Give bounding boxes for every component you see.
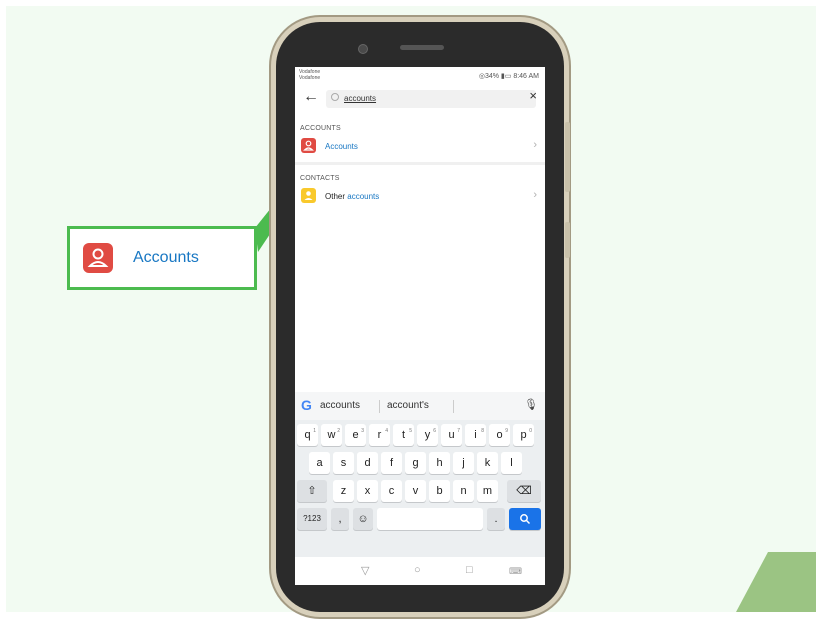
list-item-label: Other accounts: [325, 192, 380, 201]
chevron-right-icon: ›: [533, 139, 537, 151]
section-header-accounts: ACCOUNTS: [300, 125, 341, 132]
search-input[interactable]: accounts: [326, 90, 536, 108]
list-item-label: Accounts: [325, 142, 358, 151]
key-r[interactable]: r4: [369, 424, 390, 446]
comma-key[interactable]: ,: [331, 508, 349, 530]
accounts-icon: [301, 138, 316, 153]
key-k[interactable]: k: [477, 452, 498, 474]
key-i[interactable]: i8: [465, 424, 486, 446]
key-d[interactable]: d: [357, 452, 378, 474]
key-a[interactable]: a: [309, 452, 330, 474]
key-u[interactable]: u7: [441, 424, 462, 446]
volume-button: [565, 122, 570, 192]
key-y[interactable]: y6: [417, 424, 438, 446]
power-button: [565, 222, 570, 258]
key-n[interactable]: n: [453, 480, 474, 502]
key-row-1: q1 w2 e3 r4 t5 y6 u7 i8 o9 p0: [295, 424, 545, 450]
suggestion-1[interactable]: accounts: [320, 400, 360, 411]
status-indicators: ◎34% ▮▭ 8:46 AM: [478, 73, 539, 80]
period-key[interactable]: .: [487, 508, 505, 530]
key-row-3: ⇧ z x c v b n m ⌫: [295, 480, 545, 506]
nav-home-icon[interactable]: ○: [414, 564, 421, 576]
section-header-contacts: CONTACTS: [300, 175, 340, 182]
key-m[interactable]: m: [477, 480, 498, 502]
search-icon: [331, 93, 339, 101]
key-row-2: a s d f g h j k l: [295, 452, 545, 478]
suggestion-bar: G accounts account's 🎙: [295, 392, 545, 420]
keyboard-hide-icon[interactable]: ⌨: [509, 566, 522, 577]
clear-search-icon[interactable]: ×: [529, 88, 537, 103]
phone-frame: Vodafone Vodafone ◎34% ▮▭ 8:46 AM ← acco…: [276, 22, 570, 612]
space-key[interactable]: [377, 508, 483, 530]
key-e[interactable]: e3: [345, 424, 366, 446]
accounts-icon: [83, 243, 113, 273]
key-t[interactable]: t5: [393, 424, 414, 446]
callout-box: Accounts: [67, 226, 257, 290]
shift-key-icon[interactable]: ⇧: [297, 480, 327, 502]
contacts-icon: [301, 188, 316, 203]
key-o[interactable]: o9: [489, 424, 510, 446]
key-b[interactable]: b: [429, 480, 450, 502]
emoji-key-icon[interactable]: ☺: [353, 508, 373, 530]
list-item-accounts[interactable]: Accounts ›: [295, 132, 545, 162]
key-s[interactable]: s: [333, 452, 354, 474]
chevron-right-icon: ›: [533, 189, 537, 201]
nav-back-icon[interactable]: ▽: [361, 564, 369, 577]
microphone-icon[interactable]: 🎙: [524, 398, 538, 411]
key-x[interactable]: x: [357, 480, 378, 502]
key-c[interactable]: c: [381, 480, 402, 502]
key-p[interactable]: p0: [513, 424, 534, 446]
key-j[interactable]: j: [453, 452, 474, 474]
key-h[interactable]: h: [429, 452, 450, 474]
keyboard: G accounts account's 🎙 q1 w2 e3 r4 t5 y6…: [295, 392, 545, 557]
backspace-key-icon[interactable]: ⌫: [507, 480, 541, 502]
callout-label: Accounts: [133, 249, 199, 266]
key-z[interactable]: z: [333, 480, 354, 502]
key-q[interactable]: q1: [297, 424, 318, 446]
list-item-other-accounts[interactable]: Other accounts ›: [295, 182, 545, 212]
key-g[interactable]: g: [405, 452, 426, 474]
back-arrow-icon[interactable]: ←: [303, 88, 319, 106]
status-bar: Vodafone Vodafone ◎34% ▮▭ 8:46 AM: [295, 67, 545, 87]
suggestion-2[interactable]: account's: [387, 400, 429, 411]
earpiece-speaker: [400, 45, 444, 50]
key-l[interactable]: l: [501, 452, 522, 474]
carrier-label: Vodafone Vodafone: [299, 69, 321, 81]
nav-recents-icon[interactable]: □: [466, 564, 473, 576]
key-f[interactable]: f: [381, 452, 402, 474]
phone-screen: Vodafone Vodafone ◎34% ▮▭ 8:46 AM ← acco…: [295, 67, 545, 585]
front-camera: [358, 44, 368, 54]
search-key-icon[interactable]: [509, 508, 541, 530]
navigation-bar: ▽ ○ □ ⌨: [295, 557, 545, 585]
key-v[interactable]: v: [405, 480, 426, 502]
symbols-key[interactable]: ?123: [297, 508, 327, 530]
google-g-icon[interactable]: G: [301, 397, 312, 413]
key-w[interactable]: w2: [321, 424, 342, 446]
search-query: accounts: [344, 94, 377, 103]
key-row-4: ?123 , ☺ .: [295, 508, 545, 534]
search-row: ← accounts ×: [295, 87, 545, 111]
